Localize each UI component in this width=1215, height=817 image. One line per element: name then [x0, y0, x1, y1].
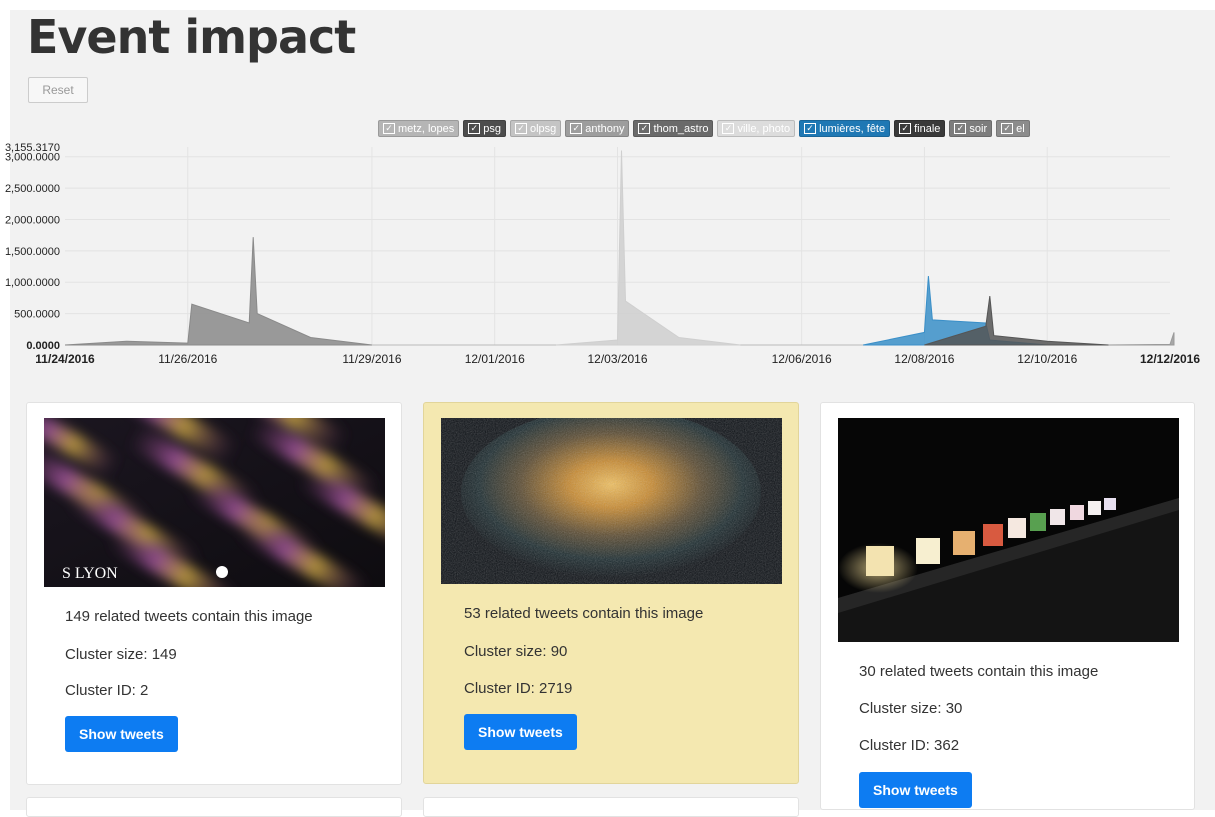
legend-label: soir	[969, 122, 988, 135]
cluster-size: Cluster size: 149	[65, 646, 177, 663]
legend-label: olpsg	[530, 122, 557, 135]
legend-label: thom_astro	[653, 122, 709, 135]
x-tick-label: 12/08/2016	[894, 352, 954, 366]
checkbox-icon: ✓	[515, 123, 527, 134]
x-tick-label: 12/12/2016	[1140, 352, 1200, 366]
show-tweets-button[interactable]: Show tweets	[859, 772, 972, 808]
checkbox-icon: ✓	[468, 123, 481, 134]
x-tick-label: 11/26/2016	[158, 352, 217, 366]
card-caption: 30 related tweets contain this image	[859, 663, 1099, 680]
cluster-size: Cluster size: 30	[859, 700, 963, 717]
city-night-image	[441, 418, 782, 584]
x-tick-label: 12/01/2016	[465, 352, 525, 366]
card-image	[441, 418, 782, 584]
legend-label: metz, lopes	[398, 122, 455, 135]
cluster-id: Cluster ID: 2	[65, 682, 149, 699]
y-tick-label: 1,500.0000	[5, 246, 60, 258]
cluster-id: Cluster ID: 362	[859, 737, 960, 754]
x-tick-label: 12/06/2016	[772, 352, 832, 366]
page-title: Event impact	[27, 10, 356, 64]
candles-image	[838, 418, 1179, 642]
checkbox-icon: ✓	[1001, 123, 1014, 134]
image-card: 53 related tweets contain this image Clu…	[423, 402, 799, 784]
series-area	[862, 275, 1048, 346]
y-tick-label: 2,000.0000	[5, 214, 60, 226]
checkbox-icon: ✓	[954, 123, 967, 134]
image-card: 30 related tweets contain this image Clu…	[820, 402, 1195, 810]
y-max-label: 3,155.3170	[5, 142, 60, 154]
image-card: S LYON 149 related tweets contain this i…	[26, 402, 402, 785]
checkbox-icon: ✓	[570, 123, 583, 134]
checkbox-icon: ✓	[638, 123, 651, 134]
image-card	[423, 797, 799, 817]
card-image: S LYON	[44, 418, 385, 587]
legend-label: ville, photo	[737, 122, 791, 135]
reset-button[interactable]: Reset	[28, 77, 88, 103]
checkbox-icon: ✓	[899, 123, 912, 134]
card-caption: 53 related tweets contain this image	[464, 605, 704, 622]
series-area	[556, 150, 741, 346]
checkbox-icon: ✓	[722, 123, 735, 134]
x-tick-label: 12/03/2016	[587, 352, 647, 366]
legend-label: el	[1016, 122, 1025, 135]
timeline-chart: 0.0000 500.0000 1,000.0000 1,500.0000 2,000.…	[5, 142, 1200, 366]
image-card	[26, 797, 402, 817]
logo-text: S LYON	[62, 565, 118, 582]
card-image	[838, 418, 1179, 642]
checkbox-icon: ✓	[383, 123, 395, 134]
y-tick-label: 500.0000	[14, 309, 60, 321]
legend-label: lumières, fête	[819, 122, 886, 135]
checkbox-icon: ✓	[804, 123, 817, 134]
legend-label: psg	[483, 122, 501, 135]
show-tweets-button[interactable]: Show tweets	[65, 716, 178, 752]
y-tick-label: 1,000.0000	[5, 277, 60, 289]
legend-label: anthony	[585, 122, 625, 135]
blurred-light-image: S LYON	[44, 418, 385, 587]
x-tick-label: 11/29/2016	[342, 352, 401, 366]
x-tick-label: 12/10/2016	[1017, 352, 1077, 366]
card-caption: 149 related tweets contain this image	[65, 608, 313, 625]
y-tick-label: 2,500.0000	[5, 183, 60, 195]
legend-label: finale	[914, 122, 941, 135]
series-area	[1108, 332, 1175, 346]
cluster-id: Cluster ID: 2719	[464, 680, 573, 697]
series-area	[64, 237, 372, 346]
show-tweets-button[interactable]: Show tweets	[464, 714, 577, 750]
y-tick-label: 0.0000	[26, 340, 60, 352]
x-tick-label: 11/24/2016	[35, 352, 95, 366]
cluster-size: Cluster size: 90	[464, 643, 568, 660]
